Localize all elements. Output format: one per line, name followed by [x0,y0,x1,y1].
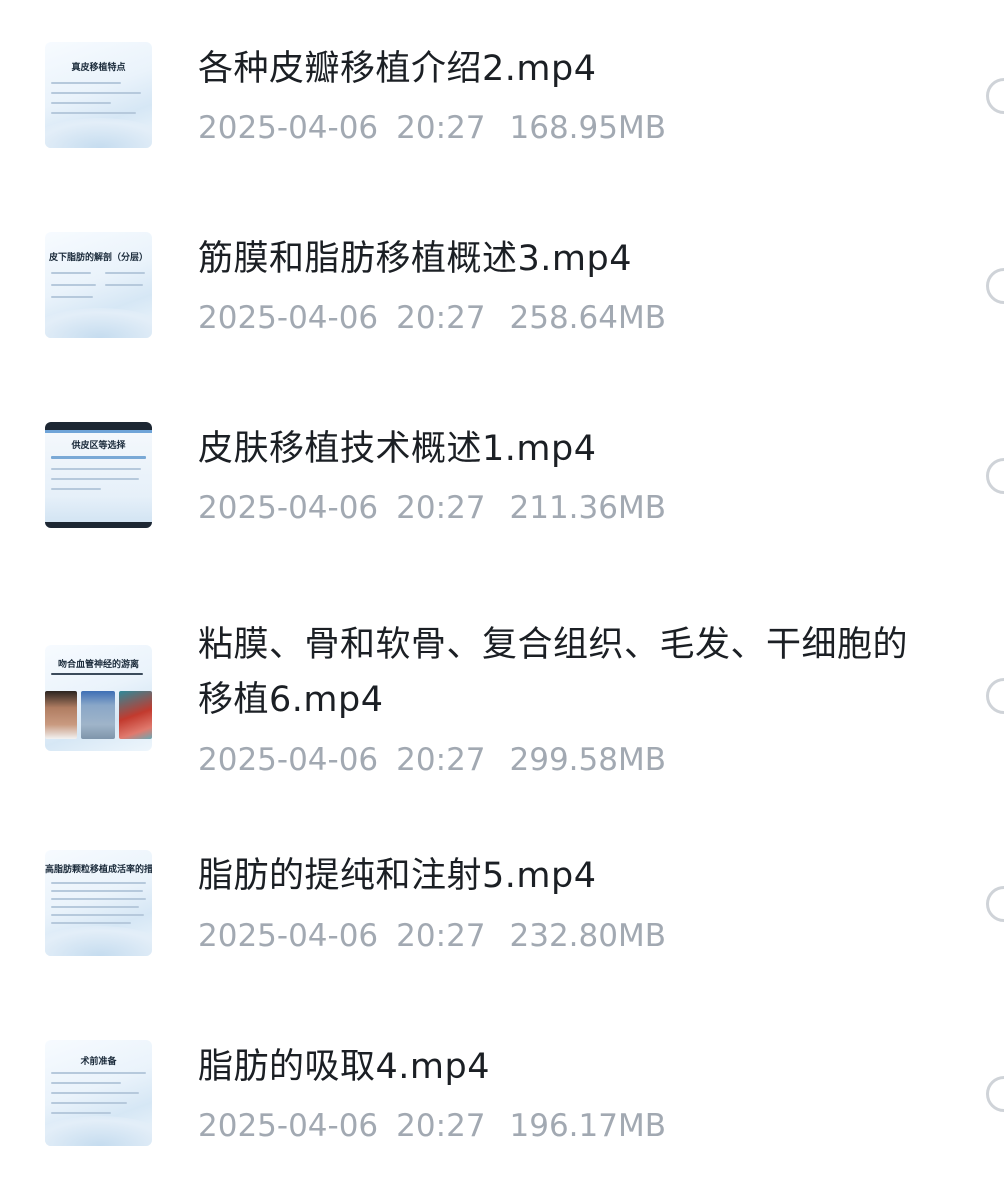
select-radio[interactable] [986,1076,1004,1112]
select-radio[interactable] [986,458,1004,494]
file-time: 20:27 [396,1108,486,1144]
file-row[interactable]: 皮下脂肪的解剖（分层） 筋膜和脂肪移植概述3.mp4 2025-04-06 20:… [0,190,1004,380]
select-radio[interactable] [986,678,1004,714]
select-radio[interactable] [986,78,1004,114]
file-date: 2025-04-06 [198,742,379,778]
thumbnail-caption: 供皮区等选择 [71,441,126,451]
file-date: 2025-04-06 [198,300,379,336]
file-date: 2025-04-06 [198,918,379,954]
file-row[interactable]: 供皮区等选择 皮肤移植技术概述1.mp4 2025-04-06 20:27 211.… [0,380,1004,570]
file-date: 2025-04-06 [198,490,379,526]
file-time: 20:27 [396,110,486,146]
file-size: 232.80MB [509,918,666,954]
video-thumbnail[interactable]: 供皮区等选择 [45,422,152,528]
file-name: 皮肤移植技术概述1.mp4 [198,429,597,469]
thumbnail-caption: 吻合血管神经的游离 [57,660,139,670]
file-size: 168.95MB [509,110,666,146]
file-time: 20:27 [396,918,486,954]
file-name: 筋膜和脂肪移植概述3.mp4 [198,239,632,279]
file-name: 脂肪的吸取4.mp4 [198,1047,490,1087]
file-time: 20:27 [396,742,486,778]
thumbnail-caption: 高脂肪颗粒移植成活率的措 [45,865,152,875]
file-name: 粘膜、骨和软骨、复合组织、毛发、干细胞的移植6.mp4 [198,625,909,720]
file-date: 2025-04-06 [198,1108,379,1144]
file-date: 2025-04-06 [198,110,379,146]
video-thumbnail[interactable]: 真皮移植特点 [45,42,152,148]
file-meta: 2025-04-06 20:27 232.80MB [198,916,666,956]
file-name: 各种皮瓣移植介绍2.mp4 [198,49,597,89]
select-radio[interactable] [986,268,1004,304]
thumbnail-caption: 术前准备 [80,1057,117,1067]
select-radio[interactable] [986,886,1004,922]
file-size: 299.58MB [509,742,666,778]
file-row[interactable]: 吻合血管神经的游离 粘膜、骨和软骨、复合组织、毛发、干细胞的移植6.mp4 20… [0,570,1004,800]
file-time: 20:27 [396,490,486,526]
file-size: 258.64MB [509,300,666,336]
video-thumbnail[interactable]: 高脂肪颗粒移植成活率的措 [45,850,152,956]
video-thumbnail[interactable]: 术前准备 [45,1040,152,1146]
file-meta: 2025-04-06 20:27 196.17MB [198,1106,666,1146]
file-meta: 2025-04-06 20:27 258.64MB [198,298,666,338]
file-row[interactable]: 高脂肪颗粒移植成活率的措 脂肪的提纯和注射5.mp4 2025-04-06 20:… [0,800,1004,1000]
video-thumbnail[interactable]: 皮下脂肪的解剖（分层） [45,232,152,338]
video-thumbnail[interactable]: 吻合血管神经的游离 [45,645,152,751]
file-row[interactable]: 真皮移植特点 各种皮瓣移植介绍2.mp4 2025-04-06 20:27 168.… [0,0,1004,190]
file-list: 真皮移植特点 各种皮瓣移植介绍2.mp4 2025-04-06 20:27 168.… [0,0,1004,1202]
file-meta: 2025-04-06 20:27 299.58MB [198,740,666,780]
file-row[interactable]: 术前准备 脂肪的吸取4.mp4 2025-04-06 20:27 196.17MB [0,1000,1004,1202]
thumbnail-caption: 皮下脂肪的解剖（分层） [48,253,148,263]
file-meta: 2025-04-06 20:27 168.95MB [198,108,666,148]
thumbnail-caption: 真皮移植特点 [71,63,126,73]
file-size: 196.17MB [509,1108,666,1144]
file-name: 脂肪的提纯和注射5.mp4 [198,856,597,896]
file-meta: 2025-04-06 20:27 211.36MB [198,488,666,528]
file-size: 211.36MB [509,490,666,526]
file-time: 20:27 [396,300,486,336]
